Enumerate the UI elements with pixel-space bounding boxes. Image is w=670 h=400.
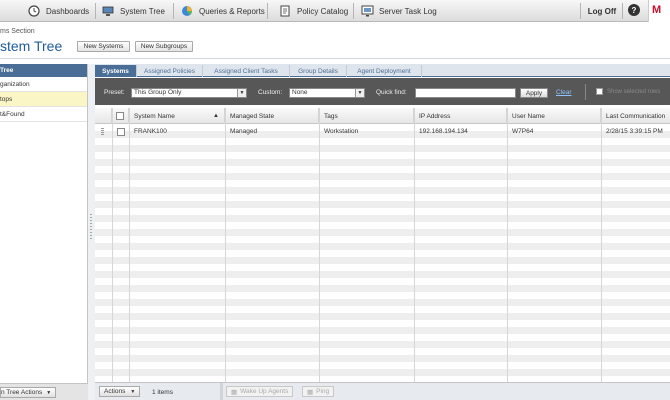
table-footer: Actions ▼ 1 items ▦ Wake Up Agents ▦ Pin…	[95, 382, 670, 400]
filter-divider	[585, 84, 586, 100]
clear-link[interactable]: Clear	[556, 89, 572, 96]
select-all-checkbox[interactable]	[116, 112, 124, 120]
cell-ip-address: 192.168.194.134	[419, 128, 468, 135]
nav-dashboards-label: Dashboards	[46, 6, 90, 16]
nav-system-tree[interactable]: System Tree	[102, 0, 165, 22]
actions-button[interactable]: Actions ▼	[99, 386, 141, 397]
column-tags[interactable]: Tags	[319, 108, 414, 124]
new-subgroups-button[interactable]: New Subgroups	[135, 41, 193, 52]
monitor-icon	[361, 5, 374, 17]
table-header: System Name ▲ Managed State Tags IP Addr…	[95, 108, 670, 124]
help-icon[interactable]: ?	[628, 4, 640, 16]
wake-up-icon: ▦	[231, 388, 238, 396]
nav-policy-catalog-label: Policy Catalog	[297, 6, 349, 16]
nav-system-tree-label: System Tree	[120, 6, 165, 16]
tab-assigned-client-tasks[interactable]: Assigned Client Tasks	[203, 65, 290, 77]
tab-assigned-policies[interactable]: Assigned Policies	[137, 65, 203, 77]
tree-header: Tree	[0, 64, 87, 77]
nav-policy-catalog[interactable]: Policy Catalog	[279, 0, 348, 22]
chevron-down-icon: ▼	[355, 89, 364, 97]
ping-button[interactable]: ▦ Ping	[302, 386, 335, 397]
chevron-down-icon: ▼	[46, 389, 52, 396]
footer-divider	[220, 383, 223, 400]
header-select-all	[112, 108, 129, 124]
brand-logo-text: M	[652, 4, 662, 16]
nav-server-task-log-label: Server Task Log	[379, 6, 437, 16]
logoff-button[interactable]: Log Off	[583, 0, 621, 22]
nav-server-task-log[interactable]: Server Task Log	[361, 0, 437, 22]
preset-label: Preset:	[104, 89, 125, 96]
filter-bar: Preset: This Group Only ▼ Custom: None ▼…	[95, 78, 670, 105]
custom-select[interactable]: None ▼	[289, 88, 365, 98]
nav-dashboards[interactable]: Dashboards	[28, 0, 89, 22]
header-divider	[0, 58, 670, 59]
ping-icon: ▦	[307, 388, 314, 396]
apply-button[interactable]: Apply	[520, 88, 548, 98]
column-last-communication[interactable]: Last Communication	[601, 108, 670, 124]
computer-icon	[102, 5, 114, 17]
top-navigation-bar: Dashboards System Tree Queries & Reports…	[0, 0, 670, 22]
tab-group-details[interactable]: Group Details	[290, 65, 347, 77]
tree-footer: n Tree Actions ▼	[0, 383, 88, 400]
document-icon	[279, 5, 291, 17]
column-user-name[interactable]: User Name	[507, 108, 601, 124]
systems-table: System Name ▲ Managed State Tags IP Addr…	[95, 108, 670, 382]
wake-up-agents-label: Wake Up Agents	[240, 388, 289, 395]
cell-managed-state: Managed	[230, 128, 258, 135]
page-title: stem Tree	[0, 38, 63, 54]
preset-select[interactable]: This Group Only ▼	[131, 88, 247, 98]
nav-queries-reports-label: Queries & Reports	[199, 6, 265, 16]
row-checkbox[interactable]	[117, 128, 125, 136]
system-tree-panel: Tree ganization tops t&Found n Tree Acti…	[0, 64, 88, 400]
ping-label: Ping	[316, 388, 330, 395]
tree-item-laptops[interactable]: tops	[0, 92, 87, 107]
actions-button-label: Actions	[104, 388, 126, 395]
tree-item-organization[interactable]: ganization	[0, 77, 87, 92]
section-label: ms Section	[0, 28, 35, 35]
cell-system-name[interactable]: FRANK100	[134, 128, 167, 135]
sort-ascending-icon: ▲	[213, 113, 219, 119]
item-count: 1 items	[152, 389, 173, 396]
chevron-down-icon: ▼	[237, 89, 246, 97]
table-body	[95, 124, 670, 382]
tab-agent-deployment[interactable]: Agent Deployment	[347, 65, 422, 77]
quick-find-label: Quick find:	[376, 89, 407, 96]
header-drag-column	[95, 108, 112, 124]
column-system-name-label: System Name	[134, 112, 175, 120]
tree-actions-button[interactable]: n Tree Actions ▼	[0, 387, 57, 398]
column-managed-state[interactable]: Managed State	[225, 108, 319, 124]
cell-last-communication: 2/28/15 3:39:15 PM	[606, 128, 663, 135]
new-systems-button[interactable]: New Systems	[77, 41, 130, 52]
preset-select-value: This Group Only	[134, 89, 182, 96]
tab-systems[interactable]: Systems	[95, 65, 137, 77]
chevron-down-icon: ▼	[130, 388, 136, 395]
cell-user-name: W7P64	[512, 128, 534, 135]
quick-find-input[interactable]	[415, 88, 516, 98]
clock-icon	[28, 5, 40, 17]
brand-logo: M	[648, 0, 670, 22]
show-selected-checkbox[interactable]	[596, 88, 603, 95]
cell-tags: Workstation	[324, 128, 359, 135]
wake-up-agents-button[interactable]: ▦ Wake Up Agents	[226, 386, 294, 397]
show-selected-label: Show selected rows	[607, 89, 661, 95]
column-system-name[interactable]: System Name ▲	[129, 108, 225, 124]
drag-handle-icon	[90, 214, 92, 240]
pie-chart-icon	[181, 5, 193, 17]
tab-bar: Systems Assigned Policies Assigned Clien…	[95, 64, 670, 77]
nav-queries-reports[interactable]: Queries & Reports	[181, 0, 265, 22]
row-drag-handle-icon[interactable]	[101, 128, 104, 135]
panel-splitter[interactable]	[88, 64, 95, 400]
custom-label: Custom:	[258, 89, 283, 96]
custom-select-value: None	[292, 89, 308, 96]
tree-actions-label: n Tree Actions	[1, 389, 43, 396]
tree-item-lost-and-found[interactable]: t&Found	[0, 107, 87, 122]
column-ip-address[interactable]: IP Address	[414, 108, 507, 124]
